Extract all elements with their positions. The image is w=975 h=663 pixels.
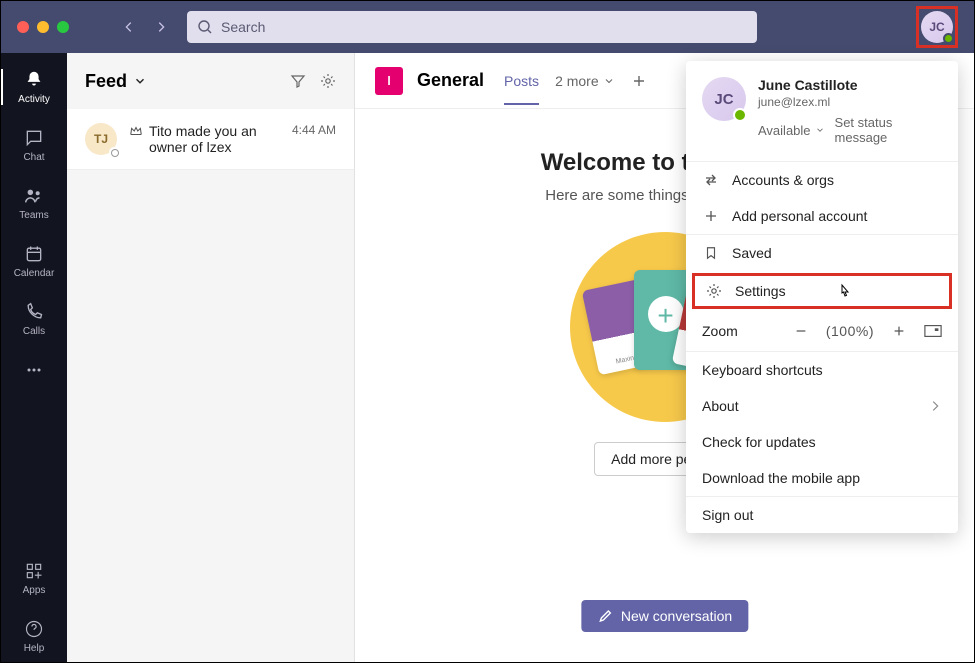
search-placeholder: Search <box>221 19 265 35</box>
feed-title-dropdown[interactable]: Feed <box>85 71 147 92</box>
profile-name: June Castillote <box>758 77 942 93</box>
filter-icon[interactable] <box>290 73 306 89</box>
avatar: JC <box>921 11 953 43</box>
bell-icon <box>23 69 45 91</box>
gear-icon[interactable] <box>320 73 336 89</box>
menu-download-mobile[interactable]: Download the mobile app <box>686 460 958 496</box>
rail-label: Chat <box>23 152 44 163</box>
set-status-message[interactable]: Set status message <box>835 115 942 145</box>
menu-add-personal-account[interactable]: Add personal account <box>686 198 958 234</box>
feed-title-text: Feed <box>85 71 127 92</box>
menu-keyboard-shortcuts[interactable]: Keyboard shortcuts <box>686 352 958 388</box>
plus-icon <box>702 208 720 224</box>
rail-label: Calls <box>23 326 45 337</box>
search-input[interactable]: Search <box>187 11 757 43</box>
bookmark-icon <box>702 246 720 260</box>
feed-avatar-initials: TJ <box>94 132 108 146</box>
rail-help[interactable]: Help <box>1 610 67 662</box>
feed-item-time: 4:44 AM <box>292 123 336 155</box>
tab-more-dropdown[interactable]: 2 more <box>555 73 615 89</box>
feed-header: Feed <box>67 53 354 109</box>
chevron-down-icon <box>133 74 147 88</box>
menu-zoom-row: Zoom (100%) <box>686 311 958 351</box>
teams-icon <box>23 185 45 207</box>
presence-available-icon <box>733 108 747 122</box>
rail-label: Calendar <box>14 268 55 279</box>
gear-icon <box>705 283 723 299</box>
presence-available-icon <box>943 33 954 44</box>
window-controls <box>17 21 69 33</box>
status-dropdown[interactable]: Available <box>758 123 825 138</box>
owner-crown-icon <box>129 124 143 138</box>
close-window-button[interactable] <box>17 21 29 33</box>
app-rail: Activity Chat Teams Calendar Calls Apps … <box>1 53 67 662</box>
tab-posts[interactable]: Posts <box>504 73 539 105</box>
menu-about[interactable]: About <box>686 388 958 424</box>
nav-back-button[interactable] <box>117 15 141 39</box>
maximize-window-button[interactable] <box>57 21 69 33</box>
rail-chat[interactable]: Chat <box>1 119 67 171</box>
chevron-down-icon <box>815 125 825 135</box>
feed-pane: Feed TJ Tito made you an owner of lzex 4… <box>67 53 355 662</box>
new-conversation-button[interactable]: New conversation <box>581 600 748 632</box>
add-tab-button[interactable] <box>631 73 647 89</box>
calendar-icon <box>23 243 45 265</box>
rail-label: Help <box>24 643 45 654</box>
rail-label: Teams <box>19 210 48 221</box>
fullscreen-icon[interactable] <box>924 324 942 338</box>
presence-offline-icon <box>109 147 119 157</box>
nav-forward-button[interactable] <box>149 15 173 39</box>
zoom-value: (100%) <box>826 323 874 339</box>
zoom-in-button[interactable] <box>892 324 906 338</box>
chevron-left-icon <box>122 20 136 34</box>
feed-item[interactable]: TJ Tito made you an owner of lzex 4:44 A… <box>67 109 354 170</box>
menu-accounts-orgs[interactable]: Accounts & orgs <box>686 162 958 198</box>
rail-more[interactable] <box>1 351 67 389</box>
rail-calls[interactable]: Calls <box>1 293 67 345</box>
rail-label: Apps <box>23 585 46 596</box>
rail-calendar[interactable]: Calendar <box>1 235 67 287</box>
chevron-right-icon <box>154 20 168 34</box>
search-icon <box>197 19 213 35</box>
menu-saved[interactable]: Saved <box>686 235 958 271</box>
profile-email: june@lzex.ml <box>758 95 942 109</box>
menu-settings[interactable]: Settings <box>692 273 952 309</box>
chevron-down-icon <box>603 75 615 87</box>
phone-icon <box>23 301 45 323</box>
avatar: JC <box>702 77 746 121</box>
rail-label: Activity <box>18 94 50 105</box>
apps-icon <box>23 560 45 582</box>
chat-icon <box>23 127 45 149</box>
swap-icon <box>702 172 720 188</box>
rail-teams[interactable]: Teams <box>1 177 67 229</box>
feed-item-text: Tito made you an owner of lzex <box>149 123 284 155</box>
menu-check-updates[interactable]: Check for updates <box>686 424 958 460</box>
profile-button[interactable]: JC <box>916 6 958 48</box>
feed-avatar: TJ <box>85 123 117 155</box>
team-tile: l <box>375 67 403 95</box>
minimize-window-button[interactable] <box>37 21 49 33</box>
menu-sign-out[interactable]: Sign out <box>686 497 958 533</box>
compose-icon <box>597 608 613 624</box>
rail-activity[interactable]: Activity <box>1 61 67 113</box>
zoom-out-button[interactable] <box>794 324 808 338</box>
titlebar: Search JC <box>1 1 974 53</box>
profile-menu: JC June Castillote june@lzex.ml Availabl… <box>686 61 958 533</box>
chevron-right-icon <box>928 399 942 413</box>
profile-menu-header: JC June Castillote june@lzex.ml Availabl… <box>686 61 958 161</box>
rail-apps[interactable]: Apps <box>1 552 67 604</box>
help-icon <box>23 618 45 640</box>
channel-name: General <box>417 70 484 91</box>
zoom-label: Zoom <box>702 323 738 339</box>
avatar-initials: JC <box>929 20 944 34</box>
more-icon <box>23 359 45 381</box>
